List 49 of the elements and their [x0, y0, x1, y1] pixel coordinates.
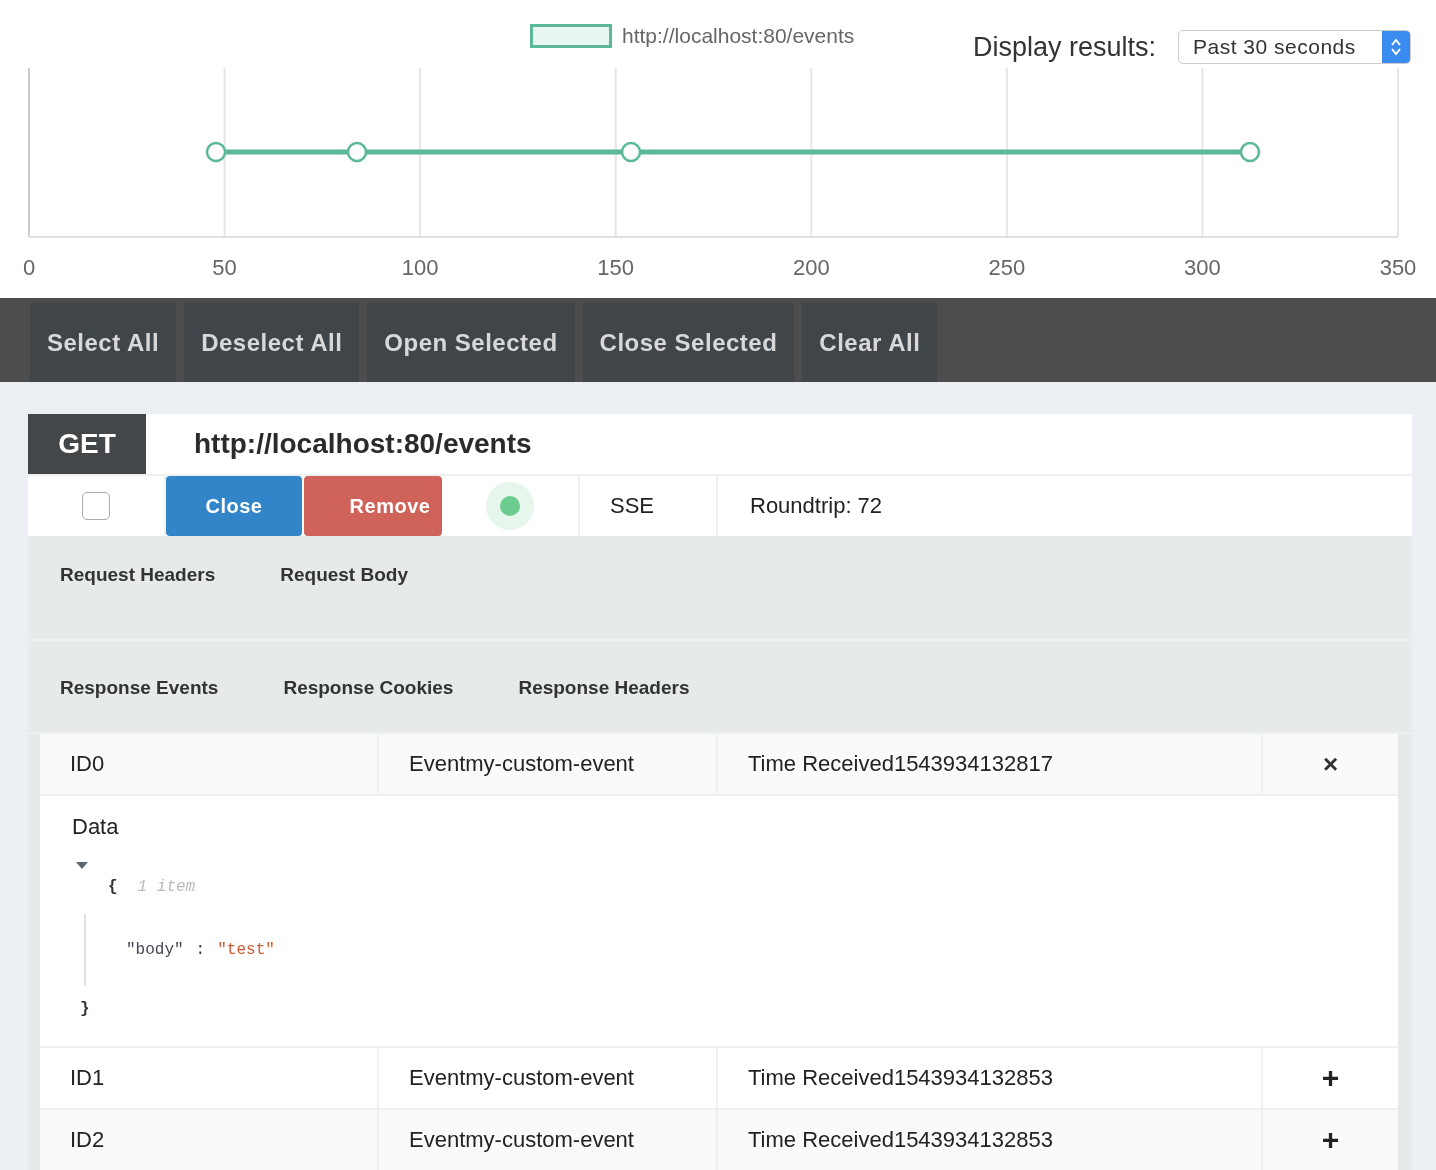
json-brace: {	[108, 878, 118, 896]
axis-tick-label: 100	[401, 255, 439, 280]
expand-button[interactable]: +	[1310, 1063, 1351, 1093]
event-time: Time Received1543934132817	[718, 734, 1263, 794]
remove-button[interactable]: Remove	[304, 476, 442, 536]
event-name: Eventmy-custom-event	[379, 734, 718, 794]
axis-tick-label: 300	[1184, 255, 1221, 280]
toolbar-button[interactable]: Deselect All	[184, 303, 360, 382]
request-tab[interactable]: Request Body	[280, 556, 441, 594]
expand-button[interactable]: +	[1310, 1125, 1351, 1155]
axis-tick-label: 200	[792, 255, 830, 280]
json-key: "body"	[126, 941, 184, 959]
select-checkbox[interactable]	[82, 492, 110, 520]
event-id: ID2	[40, 1110, 379, 1170]
caret-icon[interactable]	[76, 862, 88, 869]
toolbar-button[interactable]: Clear All	[802, 303, 938, 382]
legend-label: http://localhost:80/events	[622, 24, 855, 48]
axis-tick-label: 250	[988, 255, 1026, 280]
method-label: GET	[28, 414, 146, 474]
json-value: "test"	[217, 941, 275, 959]
item-count: 1 item	[137, 878, 196, 896]
data-label: Data	[72, 814, 120, 840]
range-select[interactable]: Past 30 seconds	[1178, 30, 1411, 64]
chevron-icon	[1390, 37, 1402, 57]
event-name: Eventmy-custom-event	[379, 1110, 718, 1170]
event-id: ID0	[40, 734, 379, 794]
protocol-label: SSE	[610, 493, 655, 519]
toolbar-button[interactable]: Open Selected	[367, 303, 575, 382]
json-colon: :	[195, 941, 206, 959]
json-brace: }	[80, 1000, 91, 1018]
request-url: http://localhost:80/events	[193, 427, 532, 461]
axis-tick-label: 0	[22, 255, 36, 280]
response-tab[interactable]: Response Cookies	[283, 669, 487, 707]
display-label: Display results:	[972, 31, 1156, 63]
response-tab[interactable]: Response Events	[60, 669, 252, 707]
event-time: Time Received1543934132853	[718, 1110, 1263, 1170]
event-time: Time Received1543934132853	[718, 1048, 1263, 1108]
request-tab[interactable]: Request Headers	[60, 556, 249, 594]
response-tab[interactable]: Response Headers	[518, 669, 723, 707]
axis-tick-label: 50	[212, 255, 237, 280]
roundtrip-label: Roundtrip: 72	[750, 493, 883, 519]
collapse-button[interactable]: ×	[1310, 751, 1351, 777]
axis-tick-label: 350	[1379, 255, 1417, 280]
toolbar-button[interactable]: Select All	[30, 303, 177, 382]
toolbar-button[interactable]: Close Selected	[582, 303, 795, 382]
axis-tick-label: 150	[597, 255, 635, 280]
event-name: Eventmy-custom-event	[379, 1048, 718, 1108]
event-id: ID1	[40, 1048, 379, 1108]
close-button[interactable]: Close	[166, 476, 302, 536]
